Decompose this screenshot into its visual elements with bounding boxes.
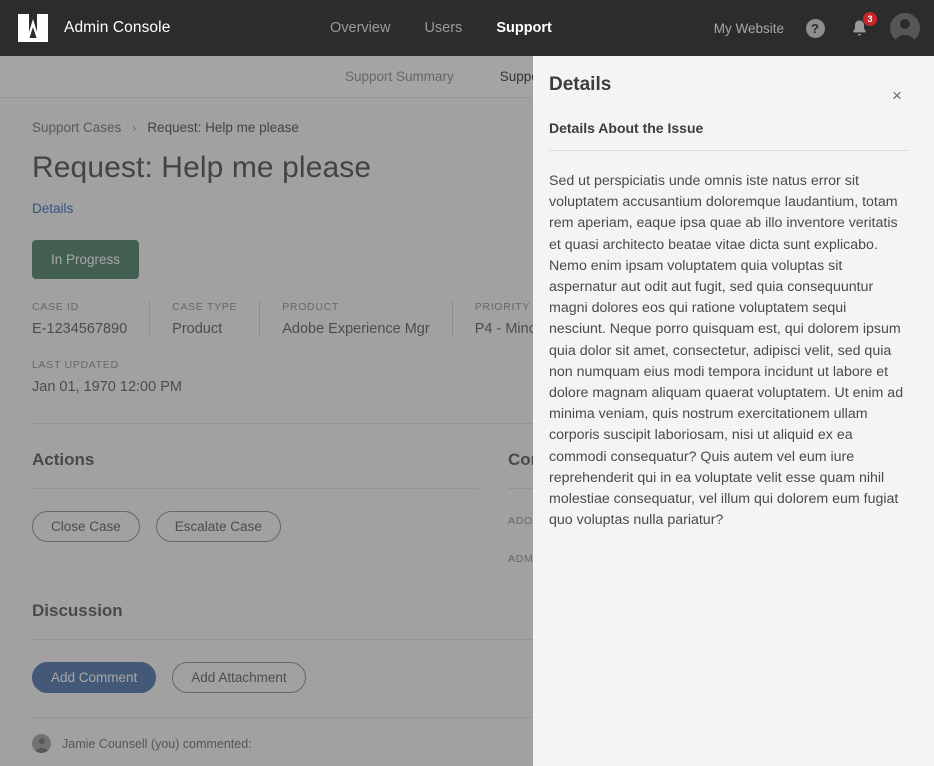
details-panel-header: Details × xyxy=(549,74,908,106)
global-header: Admin Console Overview Users Support My … xyxy=(0,0,934,56)
notification-count-badge: 3 xyxy=(863,12,877,26)
adobe-logo-icon xyxy=(18,14,48,42)
header-actions: My Website ? 3 xyxy=(714,0,920,56)
nav-item-users[interactable]: Users xyxy=(424,20,462,36)
my-website-link[interactable]: My Website xyxy=(714,21,784,36)
help-button[interactable]: ? xyxy=(802,15,828,41)
details-panel: Details × Details About the Issue Sed ut… xyxy=(533,56,934,766)
app-root: Admin Console Overview Users Support My … xyxy=(0,0,934,766)
primary-nav: Overview Users Support xyxy=(330,0,552,56)
nav-item-support[interactable]: Support xyxy=(496,20,552,36)
help-circle-icon: ? xyxy=(806,19,825,38)
details-panel-title: Details xyxy=(549,74,611,96)
close-icon[interactable]: × xyxy=(886,84,908,106)
nav-item-overview[interactable]: Overview xyxy=(330,20,390,36)
brand[interactable]: Admin Console xyxy=(0,14,170,42)
details-panel-subtitle: Details About the Issue xyxy=(549,120,908,136)
notifications-button[interactable]: 3 xyxy=(846,15,872,41)
modal-scrim[interactable] xyxy=(0,56,533,766)
user-avatar-icon[interactable] xyxy=(890,13,920,43)
details-panel-body: Sed ut perspiciatis unde omnis iste natu… xyxy=(549,171,908,531)
divider xyxy=(549,150,908,151)
brand-title: Admin Console xyxy=(64,19,170,37)
